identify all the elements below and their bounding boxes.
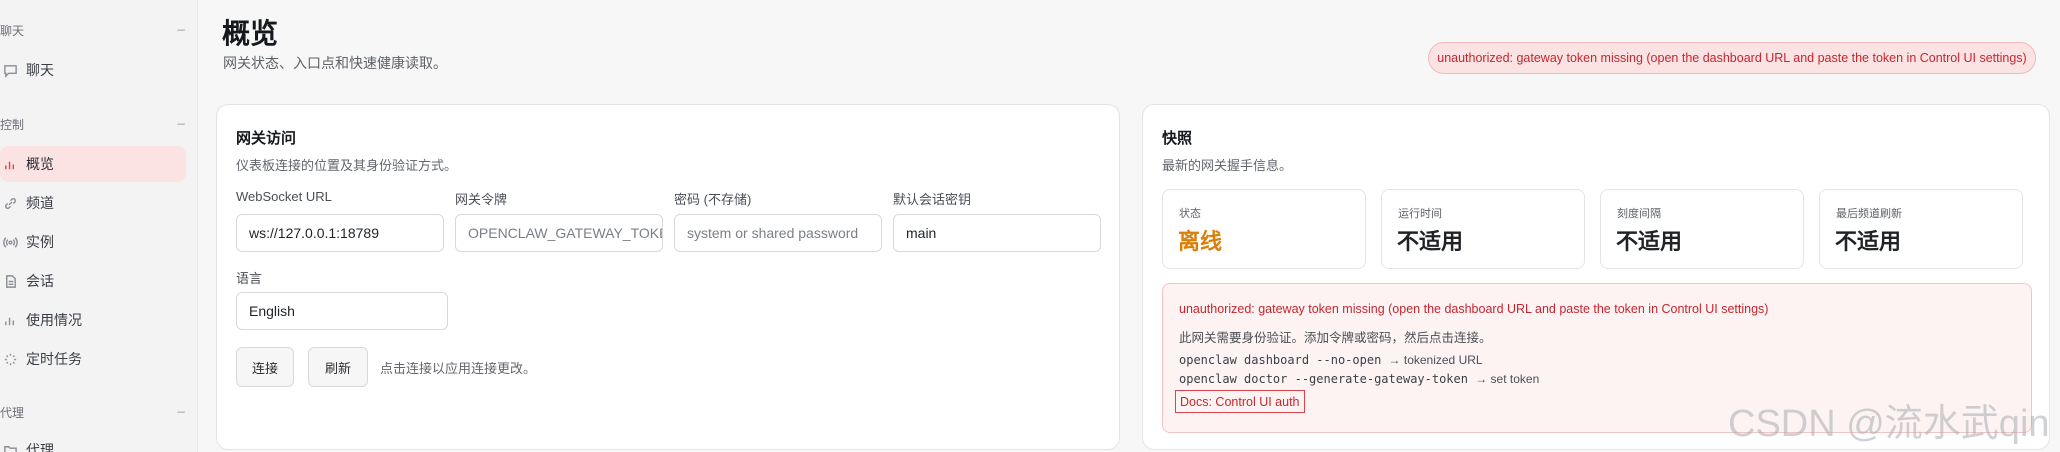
sidebar-item-usage[interactable]: 使用情况 bbox=[0, 302, 186, 338]
page-title: 概览 bbox=[222, 17, 279, 50]
sidebar-item-label: 聊天 bbox=[26, 63, 54, 79]
sidebar-section-control[interactable]: 控制 − bbox=[0, 112, 186, 136]
sidebar-item-label: 实例 bbox=[26, 235, 54, 251]
websocket-url-input[interactable]: ws://127.0.0.1:18789 bbox=[236, 214, 444, 252]
card-title: 快照 bbox=[1162, 129, 1193, 147]
sidebar-item-label: 概览 bbox=[26, 157, 54, 173]
card-subtitle: 最新的网关握手信息。 bbox=[1162, 159, 1293, 174]
stat-label: 运行时间 bbox=[1398, 207, 1442, 220]
stat-last-channel-refresh: 最后频道刷新 不适用 bbox=[1819, 189, 2023, 269]
connect-hint: 点击连接以应用连接更改。 bbox=[380, 362, 537, 377]
sidebar-item-chat[interactable]: 聊天 bbox=[0, 52, 186, 88]
sidebar-section-chat[interactable]: 聊天 − bbox=[0, 18, 186, 42]
stat-label: 刻度间隔 bbox=[1617, 207, 1661, 220]
sidebar-item-channels[interactable]: 频道 bbox=[0, 185, 186, 221]
error-help: 此网关需要身份验证。添加令牌或密码，然后点击连接。 bbox=[1179, 330, 1492, 345]
sidebar-item-label: 会话 bbox=[26, 274, 54, 290]
password-label: 密码 (不存储) bbox=[674, 192, 752, 207]
bar-chart-icon bbox=[2, 156, 18, 172]
sidebar-item-label: 使用情况 bbox=[26, 313, 82, 329]
sidebar-item-sessions[interactable]: 会话 bbox=[0, 263, 186, 299]
stat-status: 状态 离线 bbox=[1162, 189, 1366, 269]
stat-tick-interval: 刻度间隔 不适用 bbox=[1600, 189, 1804, 269]
language-label: 语言 bbox=[236, 271, 263, 286]
sidebar-item-overview[interactable]: 概览 bbox=[0, 146, 186, 182]
collapse-icon[interactable]: − bbox=[176, 117, 186, 131]
watermark: CSDN @流水武qin bbox=[1728, 403, 2050, 445]
page-subtitle: 网关状态、入口点和快速健康读取。 bbox=[223, 56, 447, 72]
stat-value: 不适用 bbox=[1616, 230, 1683, 255]
collapse-icon[interactable]: − bbox=[176, 405, 186, 419]
stat-value: 不适用 bbox=[1397, 230, 1464, 255]
stat-uptime: 运行时间 不适用 bbox=[1381, 189, 1585, 269]
auth-error-text: unauthorized: gateway token missing (ope… bbox=[1437, 51, 2027, 65]
auth-error-banner: unauthorized: gateway token missing (ope… bbox=[1428, 42, 2036, 74]
bar-chart-icon bbox=[2, 312, 18, 328]
docs-link[interactable]: Docs: Control UI auth bbox=[1175, 390, 1305, 413]
command-text: openclaw dashboard --no-open bbox=[1179, 353, 1382, 367]
section-title: 控制 bbox=[0, 117, 25, 132]
card-title: 网关访问 bbox=[236, 129, 297, 147]
sidebar-item-label: 频道 bbox=[26, 196, 54, 212]
session-key-label: 默认会话密钥 bbox=[893, 192, 972, 207]
folder-icon bbox=[2, 442, 18, 452]
language-select[interactable]: English bbox=[236, 292, 448, 330]
websocket-url-label: WebSocket URL bbox=[236, 189, 332, 204]
sidebar-item-instances[interactable]: 实例 bbox=[0, 224, 186, 260]
sidebar: 聊天 − 聊天 控制 − 概览 频道 实例 会话 使用情况 定时任务 代理 − … bbox=[0, 0, 198, 452]
chat-icon bbox=[2, 62, 18, 78]
stat-label: 最后频道刷新 bbox=[1836, 207, 1902, 220]
command-desc: → tokenized URL bbox=[1388, 353, 1483, 367]
command-dashboard: openclaw dashboard --no-open → tokenized… bbox=[1179, 353, 1483, 367]
sidebar-item-label: 代理 bbox=[26, 443, 54, 452]
error-message: unauthorized: gateway token missing (ope… bbox=[1179, 302, 1769, 316]
card-subtitle: 仪表板连接的位置及其身份验证方式。 bbox=[236, 159, 458, 174]
command-desc: → set token bbox=[1475, 372, 1540, 386]
password-input[interactable]: system or shared password bbox=[674, 214, 882, 252]
loader-icon bbox=[2, 351, 18, 367]
session-key-input[interactable]: main bbox=[893, 214, 1101, 252]
broadcast-icon bbox=[2, 234, 18, 250]
sidebar-item-agents[interactable]: 代理 bbox=[0, 432, 186, 452]
document-icon bbox=[2, 273, 18, 289]
section-title: 代理 bbox=[0, 405, 25, 420]
gateway-token-label: 网关令牌 bbox=[455, 192, 508, 207]
command-doctor: openclaw doctor --generate-gateway-token… bbox=[1179, 372, 1539, 386]
sidebar-item-cron[interactable]: 定时任务 bbox=[0, 341, 186, 377]
sidebar-item-label: 定时任务 bbox=[26, 352, 82, 368]
stat-value: 不适用 bbox=[1835, 230, 1902, 255]
refresh-button[interactable]: 刷新 bbox=[308, 347, 368, 387]
stat-value: 离线 bbox=[1178, 230, 1223, 255]
collapse-icon[interactable]: − bbox=[176, 23, 186, 37]
connect-button[interactable]: 连接 bbox=[236, 347, 294, 387]
gateway-access-card: 网关访问 仪表板连接的位置及其身份验证方式。 WebSocket URL ws:… bbox=[216, 104, 1120, 450]
command-text: openclaw doctor --generate-gateway-token bbox=[1179, 372, 1468, 386]
section-title: 聊天 bbox=[0, 23, 25, 38]
gateway-token-input[interactable]: OPENCLAW_GATEWAY_TOKEN bbox=[455, 214, 663, 252]
sidebar-section-agents[interactable]: 代理 − bbox=[0, 400, 186, 424]
link-icon bbox=[2, 195, 18, 211]
stat-label: 状态 bbox=[1179, 207, 1201, 220]
